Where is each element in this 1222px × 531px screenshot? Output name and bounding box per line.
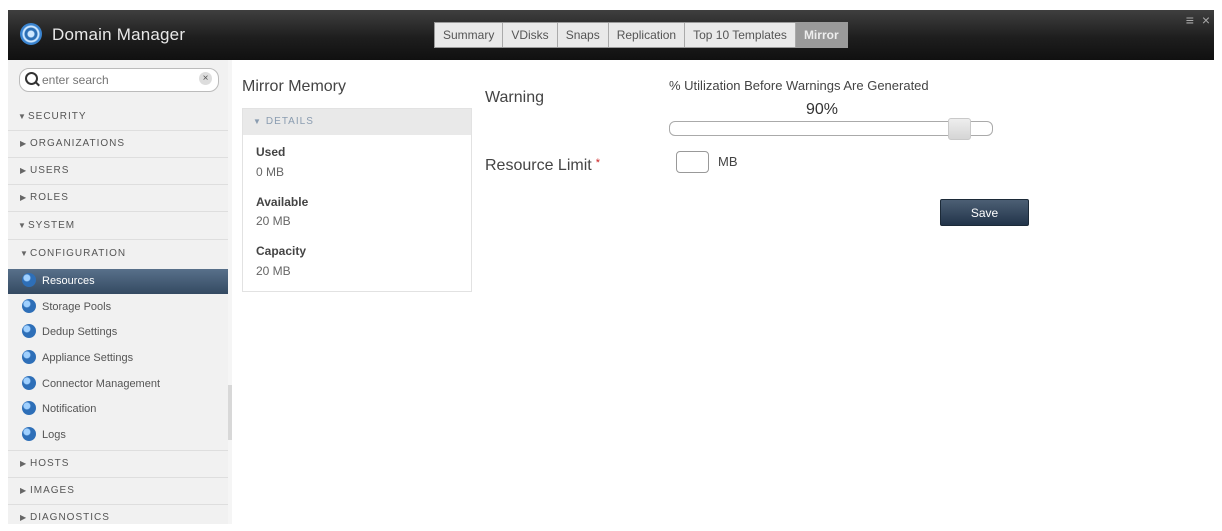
resource-limit-text: Resource Limit xyxy=(485,157,592,174)
nav-roles[interactable]: ▶ ROLES xyxy=(8,185,228,211)
utilization-slider[interactable] xyxy=(669,121,993,136)
expanded-arrow-icon: ▼ xyxy=(18,112,27,121)
globe-icon xyxy=(22,401,36,416)
nav-label: ORGANIZATIONS xyxy=(30,138,126,149)
required-marker: * xyxy=(595,157,600,169)
globe-icon xyxy=(22,376,36,391)
nav-label: SECURITY xyxy=(28,111,87,122)
nav-system[interactable]: ▼SYSTEM xyxy=(8,213,228,239)
sidebar-item-storage-pools[interactable]: Storage Pools xyxy=(8,295,228,320)
close-icon[interactable]: × xyxy=(1202,12,1210,28)
sidebar-item-notification[interactable]: Notification xyxy=(8,397,228,422)
utilization-value: 90% xyxy=(806,101,839,118)
resource-limit-label: Resource Limit * xyxy=(485,157,600,175)
expanded-arrow-icon: ▼ xyxy=(253,117,262,126)
sidebar-item-label: Resources xyxy=(42,275,95,287)
nav-users[interactable]: ▶ USERS xyxy=(8,158,228,184)
tab-snaps[interactable]: Snaps xyxy=(558,23,609,47)
nav-diagnostics[interactable]: ▶ DIAGNOSTICS xyxy=(8,505,228,531)
globe-icon xyxy=(22,324,36,339)
save-button[interactable]: Save xyxy=(940,199,1029,226)
collapsed-arrow-icon: ▶ xyxy=(20,193,28,202)
nav-label: DIAGNOSTICS xyxy=(30,512,110,523)
globe-icon xyxy=(22,427,36,442)
used-label: Used xyxy=(256,145,286,159)
nav-label: CONFIGURATION xyxy=(30,248,127,259)
details-header-label: DETAILS xyxy=(265,116,314,127)
collapsed-arrow-icon: ▶ xyxy=(20,166,28,175)
globe-icon xyxy=(22,273,36,288)
tab-top-10-templates[interactable]: Top 10 Templates xyxy=(685,23,796,47)
collapsed-arrow-icon: ▶ xyxy=(20,139,28,148)
tab-summary[interactable]: Summary xyxy=(435,23,504,47)
sidebar-item-dedup-settings[interactable]: Dedup Settings xyxy=(8,320,228,345)
title-bar: Domain Manager Summary VDisks Snaps Repl… xyxy=(8,10,1214,60)
sidebar-scrollbar-thumb[interactable] xyxy=(228,385,232,440)
tab-replication[interactable]: Replication xyxy=(609,23,686,47)
expanded-arrow-icon: ▼ xyxy=(20,249,29,258)
nav-label: ROLES xyxy=(30,192,69,203)
sidebar-item-resources[interactable]: Resources xyxy=(8,269,228,294)
sidebar-item-label: Logs xyxy=(42,429,66,441)
sidebar-item-label: Appliance Settings xyxy=(42,352,134,364)
available-label: Available xyxy=(256,195,309,209)
nav-configuration[interactable]: ▼CONFIGURATION xyxy=(8,241,228,267)
sidebar-item-label: Storage Pools xyxy=(42,301,112,313)
divider xyxy=(8,239,228,240)
expanded-arrow-icon: ▼ xyxy=(18,221,27,230)
used-value: 0 MB xyxy=(256,165,285,179)
menu-icon[interactable]: ≡ xyxy=(1186,12,1194,28)
nav-label: USERS xyxy=(30,165,70,176)
sidebar-scrollbar[interactable] xyxy=(228,60,232,524)
app-title: Domain Manager xyxy=(52,25,186,44)
globe-icon xyxy=(22,299,36,314)
available-value: 20 MB xyxy=(256,214,291,228)
utilization-title: % Utilization Before Warnings Are Genera… xyxy=(669,78,929,93)
sidebar-item-appliance-settings[interactable]: Appliance Settings xyxy=(8,346,228,371)
divider xyxy=(8,211,228,212)
collapsed-arrow-icon: ▶ xyxy=(20,513,28,522)
search-input[interactable] xyxy=(40,71,194,89)
utilization-slider-handle[interactable] xyxy=(948,118,971,140)
resource-limit-unit: MB xyxy=(718,154,738,169)
sidebar: × ▼SECURITY ▶ORGANIZATIONS ▶USERS ▶ROLES… xyxy=(8,60,229,524)
nav-security[interactable]: ▼SECURITY xyxy=(8,104,228,130)
sidebar-item-label: Connector Management xyxy=(42,378,161,390)
capacity-label: Capacity xyxy=(256,244,307,258)
capacity-value: 20 MB xyxy=(256,264,291,278)
nav-hosts[interactable]: ▶ HOSTS xyxy=(8,451,228,477)
clear-search-icon[interactable]: × xyxy=(199,72,212,85)
sidebar-item-connector-management[interactable]: Connector Management xyxy=(8,372,228,397)
nav-label: HOSTS xyxy=(30,458,70,469)
nav-organizations[interactable]: ▶ ORGANIZATIONS xyxy=(8,131,228,157)
sidebar-item-logs[interactable]: Logs xyxy=(8,423,228,448)
collapsed-arrow-icon: ▶ xyxy=(20,486,28,495)
sidebar-item-label: Notification xyxy=(42,403,97,415)
resource-limit-input[interactable] xyxy=(676,151,709,173)
sidebar-item-label: Dedup Settings xyxy=(42,326,118,338)
nav-images[interactable]: ▶ IMAGES xyxy=(8,478,228,504)
window-controls: ≡ × xyxy=(1182,12,1210,28)
nav-label: IMAGES xyxy=(30,485,75,496)
search-box: × xyxy=(19,68,219,92)
app-logo-icon xyxy=(20,23,42,45)
tab-mirror[interactable]: Mirror xyxy=(795,23,847,47)
warning-label: Warning xyxy=(485,89,544,106)
collapsed-arrow-icon: ▶ xyxy=(20,459,28,468)
tab-vdisks[interactable]: VDisks xyxy=(503,23,558,47)
panel-title: Mirror Memory xyxy=(242,78,346,95)
globe-icon xyxy=(22,350,36,365)
details-panel: ▼ DETAILS Used 0 MB Available 20 MB Capac… xyxy=(242,108,472,292)
tab-bar: Summary VDisks Snaps Replication Top 10 … xyxy=(434,22,848,48)
nav-label: SYSTEM xyxy=(28,220,76,231)
search-icon xyxy=(25,72,38,85)
details-header[interactable]: ▼ DETAILS xyxy=(243,109,471,135)
